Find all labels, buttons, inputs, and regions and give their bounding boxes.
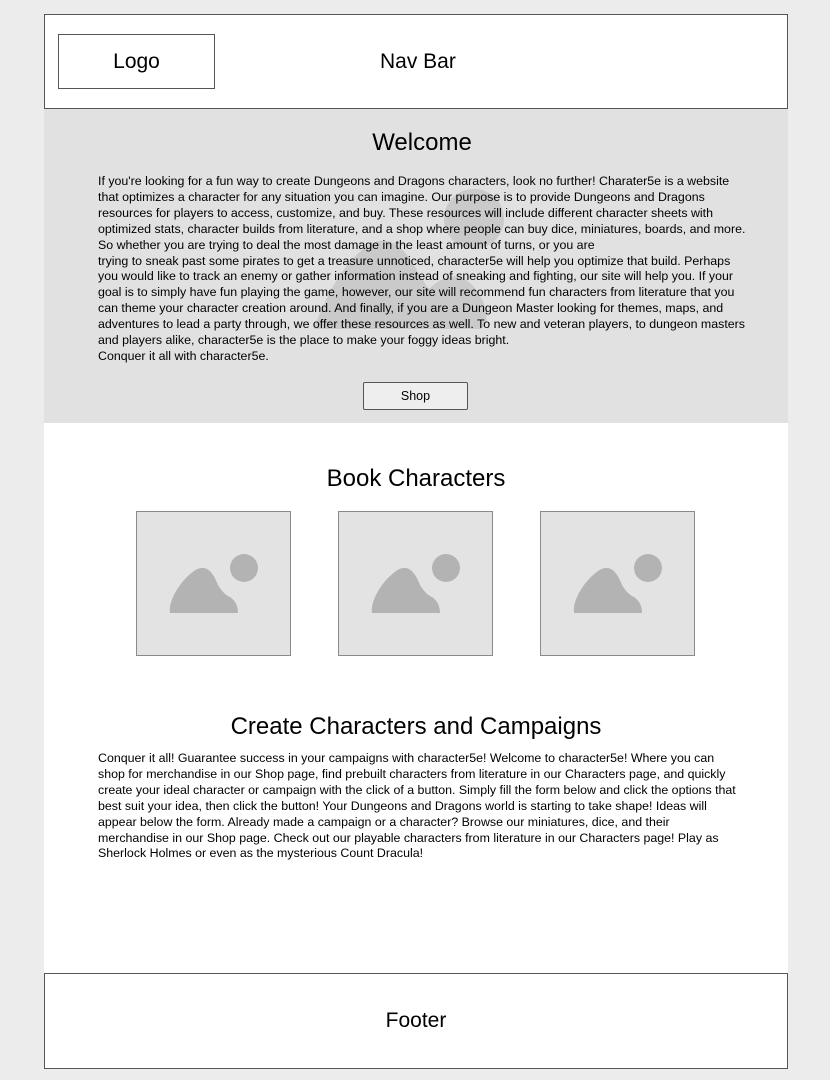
footer-label: Footer (385, 1009, 447, 1032)
create-section-text: Conquer it all! Guarantee success in you… (98, 751, 736, 861)
logo[interactable]: Logo (58, 34, 215, 89)
image-placeholder-icon (371, 554, 460, 613)
book-character-image-2[interactable] (338, 511, 493, 656)
welcome-title: Welcome (372, 129, 472, 156)
book-character-image-1[interactable] (136, 511, 291, 656)
create-section-title: Create Characters and Campaigns (230, 713, 602, 740)
book-characters-title: Book Characters (326, 465, 506, 492)
image-placeholder-icon (169, 554, 258, 613)
welcome-text: If you're looking for a fun way to creat… (98, 174, 746, 363)
welcome-section: Welcome If you're looking for a fun way … (44, 109, 788, 423)
nav-bar: Logo Nav Bar (44, 14, 788, 109)
book-character-image-3[interactable] (540, 511, 695, 656)
nav-bar-label: Nav Bar (380, 50, 456, 73)
image-placeholder-icon (573, 554, 662, 613)
shop-button[interactable]: Shop (363, 382, 468, 410)
page-container: Logo Nav Bar Welcome If you're looking f… (44, 14, 788, 1069)
footer: Footer (44, 973, 788, 1069)
